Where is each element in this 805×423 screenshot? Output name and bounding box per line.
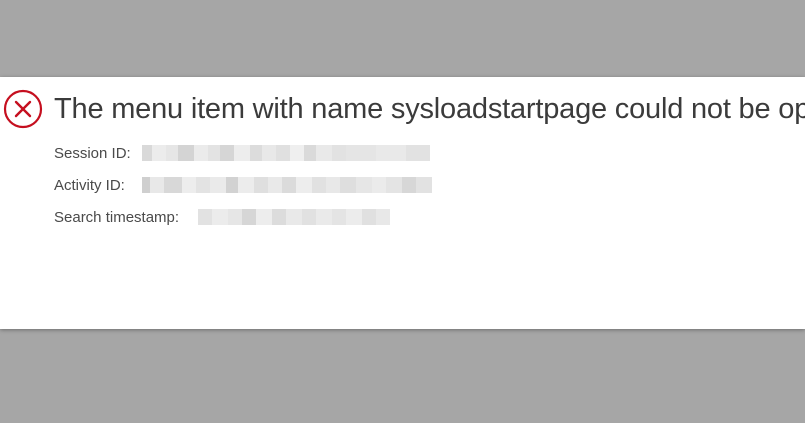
session-id-row: Session ID: [54, 143, 430, 163]
search-timestamp-label: Search timestamp: [54, 208, 180, 226]
activity-id-label: Activity ID: [54, 176, 125, 194]
error-title: The menu item with name sysloadstartpage… [54, 93, 805, 125]
activity-id-row: Activity ID: [54, 175, 432, 195]
session-id-label: Session ID: [54, 144, 131, 162]
error-circle-x-icon [3, 89, 43, 129]
search-timestamp-row: Search timestamp: [54, 207, 390, 227]
error-dialog: The menu item with name sysloadstartpage… [0, 77, 805, 329]
